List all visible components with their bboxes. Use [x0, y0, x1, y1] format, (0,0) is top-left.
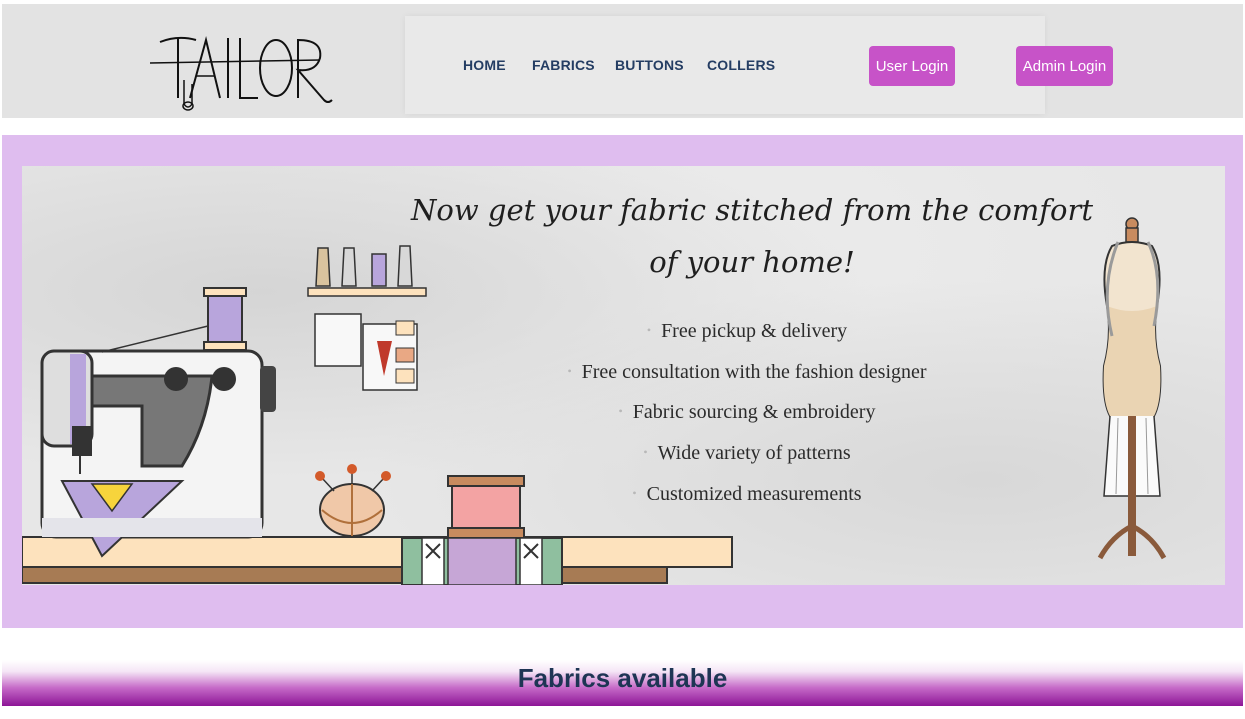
fashion-sketches-icon: [314, 313, 418, 391]
nav-fabrics[interactable]: FABRICS: [532, 57, 595, 73]
table-illustration: [22, 536, 733, 584]
headline-line-1: Now get your fabric stitched from the co…: [411, 193, 1093, 227]
feature-item: Customized measurements: [492, 474, 1002, 515]
feature-item: Free pickup & delivery: [492, 311, 1002, 352]
feature-list: Free pickup & delivery Free consultation…: [492, 311, 1002, 514]
nav-collers[interactable]: COLLERS: [707, 57, 775, 73]
nav-home[interactable]: HOME: [463, 57, 506, 73]
feature-item: Fabric sourcing & embroidery: [492, 392, 1002, 433]
hero-headline: Now get your fabric stitched from the co…: [392, 184, 1112, 288]
tailor-logo[interactable]: [148, 20, 338, 112]
section-title: Fabrics available: [517, 663, 728, 693]
hero-banner: Now get your fabric stitched from the co…: [22, 166, 1225, 585]
headline-line-2: of your home!: [649, 245, 855, 279]
pincushion-icon: [315, 464, 391, 537]
admin-login-button[interactable]: Admin Login: [1016, 46, 1113, 86]
sewing-machine-icon: [40, 287, 276, 558]
user-login-button[interactable]: User Login: [869, 46, 955, 86]
feature-item: Wide variety of patterns: [492, 433, 1002, 474]
nav-buttons[interactable]: BUTTONS: [615, 57, 684, 73]
feature-item: Free consultation with the fashion desig…: [492, 352, 1002, 393]
